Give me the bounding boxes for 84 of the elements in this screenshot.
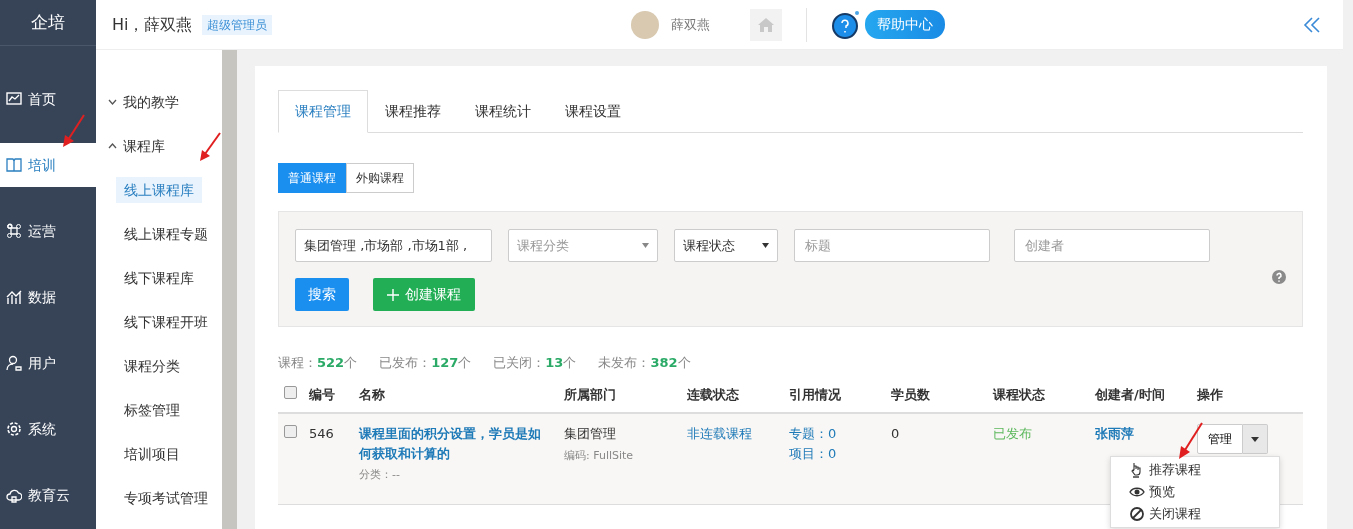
- reference-link[interactable]: 专题：0: [789, 424, 879, 444]
- nav-item[interactable]: 培训: [0, 143, 96, 187]
- nav-item[interactable]: 线下课程开班: [116, 300, 216, 344]
- category-text: 分类：--: [359, 467, 401, 483]
- ban-icon: [1129, 506, 1145, 522]
- chart-icon: [6, 91, 22, 107]
- serial-status-link[interactable]: 非连载课程: [687, 426, 752, 441]
- nav-item[interactable]: 标签管理: [116, 388, 188, 432]
- role-badge: 超级管理员: [202, 14, 273, 35]
- toggle-button[interactable]: 外购课程: [346, 163, 414, 193]
- nav-item[interactable]: 首页: [0, 66, 96, 132]
- column-header: 引用情况: [789, 386, 841, 402]
- nav-group[interactable]: 我的教学: [96, 80, 185, 124]
- nav-item[interactable]: 专项考试管理: [116, 476, 216, 520]
- caret-icon: [1251, 436, 1259, 442]
- dropdown-toggle-button[interactable]: [1243, 424, 1268, 454]
- creator-input[interactable]: 创建者: [1023, 234, 1201, 257]
- column-header: 学员数: [891, 386, 930, 402]
- stat-text: 已关闭：13个: [493, 354, 577, 372]
- tab[interactable]: 课程设置: [548, 90, 638, 133]
- nav-group[interactable]: 课程库: [96, 124, 171, 168]
- title-field[interactable]: 标题: [794, 229, 990, 262]
- menu-item[interactable]: 推荐课程: [1111, 459, 1279, 481]
- chevron-icon: [108, 143, 117, 149]
- reference-link[interactable]: 项目：0: [789, 443, 879, 463]
- home-button[interactable]: [749, 8, 782, 41]
- collapse-icon[interactable]: [1303, 14, 1321, 35]
- status-select[interactable]: 课程状态: [674, 229, 778, 262]
- nav-item[interactable]: 系统: [0, 396, 96, 462]
- creator-link[interactable]: 张雨萍: [1095, 426, 1134, 441]
- gear-icon: [6, 421, 22, 437]
- nav-item[interactable]: 数据: [0, 264, 96, 330]
- nav-item[interactable]: 用户: [0, 330, 96, 396]
- column-header: 课程状态: [993, 386, 1045, 402]
- book-icon: [6, 157, 22, 173]
- stat-text: 未发布：382个: [598, 354, 691, 372]
- nav-item[interactable]: 培训项目: [116, 432, 188, 476]
- nav-item[interactable]: 线下课程库: [116, 256, 202, 300]
- creator-field[interactable]: 创建者: [1014, 229, 1210, 262]
- nav-item[interactable]: 线上课程专题: [116, 212, 216, 256]
- bar-chart-icon: [6, 289, 22, 305]
- column-header: 连载状态: [687, 386, 739, 402]
- plus-icon: [387, 288, 399, 301]
- title-input[interactable]: 标题: [803, 234, 981, 257]
- department-field[interactable]: 集团管理 ,市场部 ,市场1部 ,: [295, 229, 492, 262]
- column-header: 编号: [309, 386, 335, 402]
- tab[interactable]: 课程管理: [278, 90, 368, 133]
- cloud-icon: [6, 487, 22, 503]
- greeting: Hi，薛双燕: [112, 13, 193, 36]
- department-text: 集团管理: [564, 425, 617, 443]
- row-checkbox[interactable]: [284, 425, 297, 438]
- avatar[interactable]: [630, 10, 659, 39]
- home-icon: [756, 16, 775, 33]
- code-text: 编码: FullSite: [564, 447, 635, 464]
- caret-icon: [762, 243, 769, 248]
- help-icon[interactable]: [830, 9, 861, 40]
- annotation-arrow: [62, 114, 86, 148]
- nav-item[interactable]: 运营: [0, 198, 96, 264]
- course-title-link[interactable]: 课程里面的积分设置，学员是如何获取和计算的: [359, 424, 552, 463]
- manage-button[interactable]: 管理: [1197, 424, 1243, 454]
- chevron-icon: [108, 99, 117, 105]
- course-status: 已发布: [993, 426, 1032, 441]
- table-cell: 0: [891, 426, 900, 441]
- menu-item[interactable]: 关闭课程: [1111, 503, 1279, 525]
- column-header: 所属部门: [564, 386, 616, 402]
- annotation-arrow: [198, 132, 222, 162]
- user-icon: [6, 355, 22, 371]
- stat-text: 课程：522个: [278, 354, 358, 372]
- column-header: 操作: [1197, 386, 1223, 402]
- column-header: 创建者/时间: [1095, 386, 1165, 402]
- command-icon: [6, 223, 22, 239]
- column-header: 名称: [359, 386, 385, 402]
- tab[interactable]: 课程推荐: [368, 90, 458, 133]
- nav-item[interactable]: 教育云: [0, 462, 96, 528]
- user-name[interactable]: 薛双燕: [670, 14, 710, 35]
- nav-item[interactable]: 课程分类: [116, 344, 188, 388]
- nav-item[interactable]: 线上课程库: [116, 177, 202, 203]
- caret-icon: [642, 243, 649, 248]
- select-all-checkbox[interactable]: [284, 385, 297, 399]
- table-cell: 546: [309, 426, 334, 441]
- annotation-arrow: [1176, 422, 1204, 460]
- menu-item[interactable]: 预览: [1111, 481, 1279, 503]
- tab[interactable]: 课程统计: [458, 90, 548, 133]
- stat-text: 已发布：127个: [379, 354, 472, 372]
